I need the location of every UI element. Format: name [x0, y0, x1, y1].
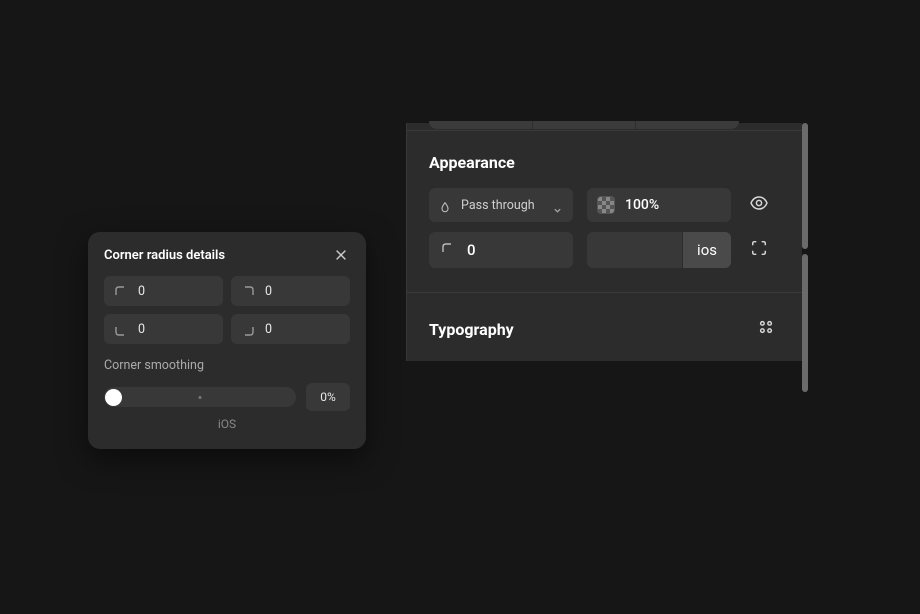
slider-tick-icon [199, 396, 202, 399]
individual-corners-icon [750, 239, 768, 261]
font-settings-icon [757, 318, 775, 340]
corner-top-left-value: 0 [138, 284, 213, 299]
corner-radius-popover: Corner radius details 0 0 [88, 232, 366, 449]
popover-title: Corner radius details [104, 248, 225, 263]
blend-mode-dropdown[interactable]: Pass through [429, 188, 573, 222]
typography-settings-button[interactable] [752, 315, 780, 343]
corner-top-right-input[interactable]: 0 [231, 276, 350, 306]
popover-header: Corner radius details [88, 232, 366, 276]
corner-radius-value: 0 [467, 241, 476, 259]
corner-top-left-icon [114, 284, 128, 298]
scrollbar[interactable] [802, 254, 808, 392]
inspector-panel: Appearance Pass through [406, 123, 802, 361]
corner-smoothing-row: 0% [104, 383, 350, 411]
typography-title: Typography [429, 320, 514, 339]
corner-bottom-left-input[interactable]: 0 [104, 314, 223, 344]
corner-grid: 0 0 0 0 [88, 276, 366, 344]
smoothing-preset-field[interactable]: ios [587, 232, 731, 268]
droplet-icon [439, 198, 453, 212]
corner-top-right-value: 0 [265, 284, 340, 299]
corner-top-right-icon [241, 284, 255, 298]
smoothing-preset-track [587, 232, 682, 268]
smoothing-preset-value: ios [682, 232, 731, 268]
corner-smoothing-label: Corner smoothing [104, 358, 350, 373]
scrollbar[interactable] [802, 123, 808, 249]
eye-icon [749, 193, 769, 217]
corner-smoothing-value[interactable]: 0% [306, 383, 350, 411]
segmented-control-remnant [429, 121, 739, 129]
chevron-down-icon [553, 200, 563, 210]
blend-mode-value: Pass through [461, 198, 545, 213]
corner-smoothing-slider[interactable] [104, 387, 296, 407]
close-icon[interactable] [332, 246, 350, 264]
inspector-top-strip [407, 123, 802, 131]
opacity-swatch-icon [597, 196, 615, 214]
appearance-section: Appearance Pass through [407, 131, 802, 293]
appearance-title: Appearance [429, 153, 780, 172]
typography-section: Typography [407, 293, 802, 361]
opacity-field[interactable]: 100% [587, 188, 731, 222]
opacity-value: 100% [625, 197, 659, 213]
corner-radius-icon [441, 241, 455, 260]
visibility-toggle-button[interactable] [745, 191, 773, 219]
corner-bottom-right-icon [241, 322, 255, 336]
corner-bottom-right-value: 0 [265, 322, 340, 337]
corner-bottom-left-icon [114, 322, 128, 336]
corner-top-left-input[interactable]: 0 [104, 276, 223, 306]
slider-thumb[interactable] [105, 389, 122, 406]
corner-smoothing-section: Corner smoothing 0% iOS [88, 344, 366, 431]
corner-radius-field[interactable]: 0 [429, 232, 573, 268]
corner-bottom-right-input[interactable]: 0 [231, 314, 350, 344]
smoothing-preset-label: iOS [104, 417, 350, 431]
corner-bottom-left-value: 0 [138, 322, 213, 337]
individual-corners-button[interactable] [745, 236, 773, 264]
